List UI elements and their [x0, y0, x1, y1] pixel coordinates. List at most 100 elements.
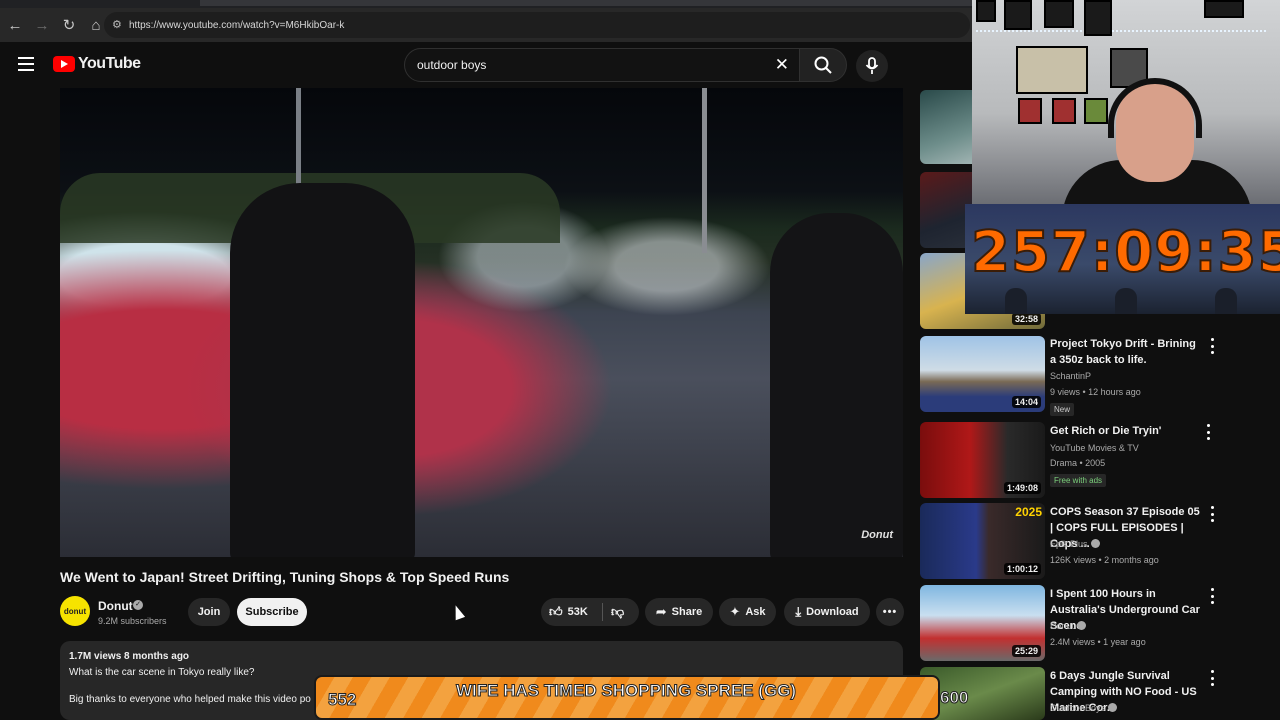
recommendation-thumbnail[interactable]: 2025 1:00:12	[920, 503, 1045, 579]
recommendation-channel[interactable]: Donut	[1050, 621, 1087, 631]
wall-poster	[976, 0, 996, 22]
recommendation-channel[interactable]: YouTube Movies & TV	[1050, 443, 1139, 453]
channel-avatar[interactable]: donut	[60, 596, 90, 626]
voice-search-button[interactable]	[856, 50, 888, 82]
youtube-play-icon	[53, 56, 75, 72]
more-vertical-icon[interactable]	[1208, 670, 1216, 686]
divider	[602, 603, 603, 621]
gravestone-decoration	[1115, 288, 1137, 314]
stream-goal-banner: 552 WIFE HAS TIMED SHOPPING SPREE (GG)	[314, 675, 940, 720]
wall-poster	[1084, 98, 1108, 124]
youtube-header: YouTube outdoor boys ✕	[0, 42, 972, 88]
channel-name[interactable]: Donut	[98, 599, 133, 613]
recommendation-thumbnail[interactable]: 25:29	[920, 585, 1045, 661]
search-value: outdoor boys	[417, 58, 487, 72]
browser-toolbar: ← → ↻ ⌂ ⚙ https://www.youtube.com/watch?…	[0, 8, 972, 42]
join-button[interactable]: Join	[188, 598, 230, 626]
ask-button[interactable]: ✦ Ask	[719, 598, 776, 626]
more-vertical-icon[interactable]	[1208, 506, 1216, 522]
more-vertical-icon[interactable]	[1204, 424, 1212, 440]
goal-title: WIFE HAS TIMED SHOPPING SPREE (GG)	[455, 681, 797, 700]
download-icon: ⤓	[795, 604, 802, 619]
wall-poster	[1016, 46, 1088, 94]
wall-poster	[1204, 0, 1244, 18]
recommendation-thumbnail[interactable]: 14:04	[920, 336, 1045, 412]
video-duration: 32:58	[1011, 313, 1041, 325]
video-duration: 14:04	[1011, 396, 1041, 408]
recommendation-title[interactable]: Project Tokyo Drift - Brining a 350z bac…	[1050, 336, 1200, 368]
verified-badge-icon	[1077, 621, 1087, 630]
mouse-cursor-icon	[450, 603, 466, 621]
video-frame-person	[230, 183, 415, 557]
recommendation-thumbnail[interactable]: 1:49:08	[920, 422, 1045, 498]
video-frame-pole	[702, 88, 707, 253]
string-lights	[976, 30, 1266, 34]
video-frame-pole	[296, 88, 301, 193]
goal-target: 600	[939, 688, 969, 708]
recommendation-channel[interactable]: Outdoor Boys	[1050, 703, 1118, 713]
wall-poster	[1044, 0, 1074, 28]
video-player[interactable]: Donut	[60, 88, 903, 557]
share-label: Share	[671, 606, 703, 618]
video-duration: 25:29	[1011, 645, 1041, 657]
forward-arrow-icon[interactable]: →	[30, 13, 54, 37]
verified-badge-icon: ✓	[133, 600, 143, 610]
wall-poster	[1018, 98, 1042, 124]
address-bar[interactable]: ⚙ https://www.youtube.com/watch?v=M6Hkib…	[104, 12, 970, 38]
more-horizontal-icon: •••	[882, 606, 898, 618]
channel-name-text: Outdoor Boys	[1050, 703, 1106, 713]
search-button[interactable]	[799, 48, 847, 82]
logo-text: YouTube	[78, 55, 141, 72]
thumbs-down-icon[interactable]: 👎︎	[611, 604, 624, 620]
back-arrow-icon[interactable]: ←	[3, 13, 27, 37]
sparkle-icon: ✦	[729, 604, 741, 619]
free-with-ads-badge: Free with ads	[1050, 474, 1107, 487]
recommendation-channel[interactable]: Epik Plus	[1050, 539, 1100, 549]
gravestone-decoration	[1005, 288, 1027, 314]
more-vertical-icon[interactable]	[1208, 588, 1216, 604]
webcam-overlay	[972, 0, 1280, 206]
wall-poster	[1004, 0, 1032, 30]
more-vertical-icon[interactable]	[1208, 338, 1216, 354]
more-actions-button[interactable]: •••	[876, 598, 904, 626]
reload-icon[interactable]: ↻	[57, 13, 81, 37]
countdown-timer: 257:09:35	[970, 219, 1280, 286]
download-label: Download	[806, 606, 859, 618]
recommendation-meta: 9 views • 12 hours ago	[1050, 387, 1141, 397]
goal-current: 552	[327, 690, 357, 710]
ask-label: Ask	[745, 606, 766, 618]
share-button[interactable]: ➦ Share	[645, 598, 713, 626]
recommendation-meta: Drama • 2005	[1050, 458, 1106, 468]
site-info-icon[interactable]: ⚙	[112, 18, 122, 31]
recommendation-meta: 126K views • 2 months ago	[1050, 555, 1159, 565]
video-duration: 1:49:08	[1003, 482, 1041, 494]
recommendation-title[interactable]: Get Rich or Die Tryin'	[1050, 423, 1200, 439]
channel-name-text: Epik Plus	[1050, 539, 1088, 549]
youtube-logo[interactable]: YouTube	[53, 55, 141, 73]
menu-icon[interactable]	[18, 57, 34, 71]
verified-badge-icon	[1108, 703, 1118, 712]
video-frame-person	[770, 213, 903, 557]
subscriber-count: 9.2M subscribers	[98, 616, 167, 626]
recommendation-channel[interactable]: SchantinP	[1050, 371, 1091, 381]
clear-search-icon[interactable]: ✕	[775, 55, 789, 75]
thumbnail-text: 2025	[1015, 505, 1042, 519]
verified-badge-icon	[1090, 539, 1100, 548]
channel-name-text: Donut	[1050, 621, 1075, 631]
wall-poster	[1052, 98, 1076, 124]
active-tab[interactable]	[200, 0, 980, 6]
subscribe-button[interactable]: Subscribe	[237, 598, 307, 626]
search-icon	[814, 56, 832, 74]
share-arrow-icon: ➦	[655, 604, 667, 619]
search-input[interactable]: outdoor boys ✕	[404, 48, 800, 82]
download-button[interactable]: ⤓ Download	[784, 598, 870, 626]
countdown-timer-overlay: 257:09:35	[965, 204, 1280, 314]
new-badge: New	[1050, 403, 1075, 416]
microphone-icon	[865, 57, 879, 74]
video-title: We Went to Japan! Street Drifting, Tunin…	[60, 569, 510, 585]
gravestone-decoration	[1215, 288, 1237, 314]
view-count-date: 1.7M views 8 months ago	[69, 651, 190, 662]
video-watermark: Donut	[861, 529, 893, 541]
like-button[interactable]: 👍︎ 53K 👎︎	[541, 598, 639, 626]
video-duration: 1:00:12	[1003, 563, 1041, 575]
